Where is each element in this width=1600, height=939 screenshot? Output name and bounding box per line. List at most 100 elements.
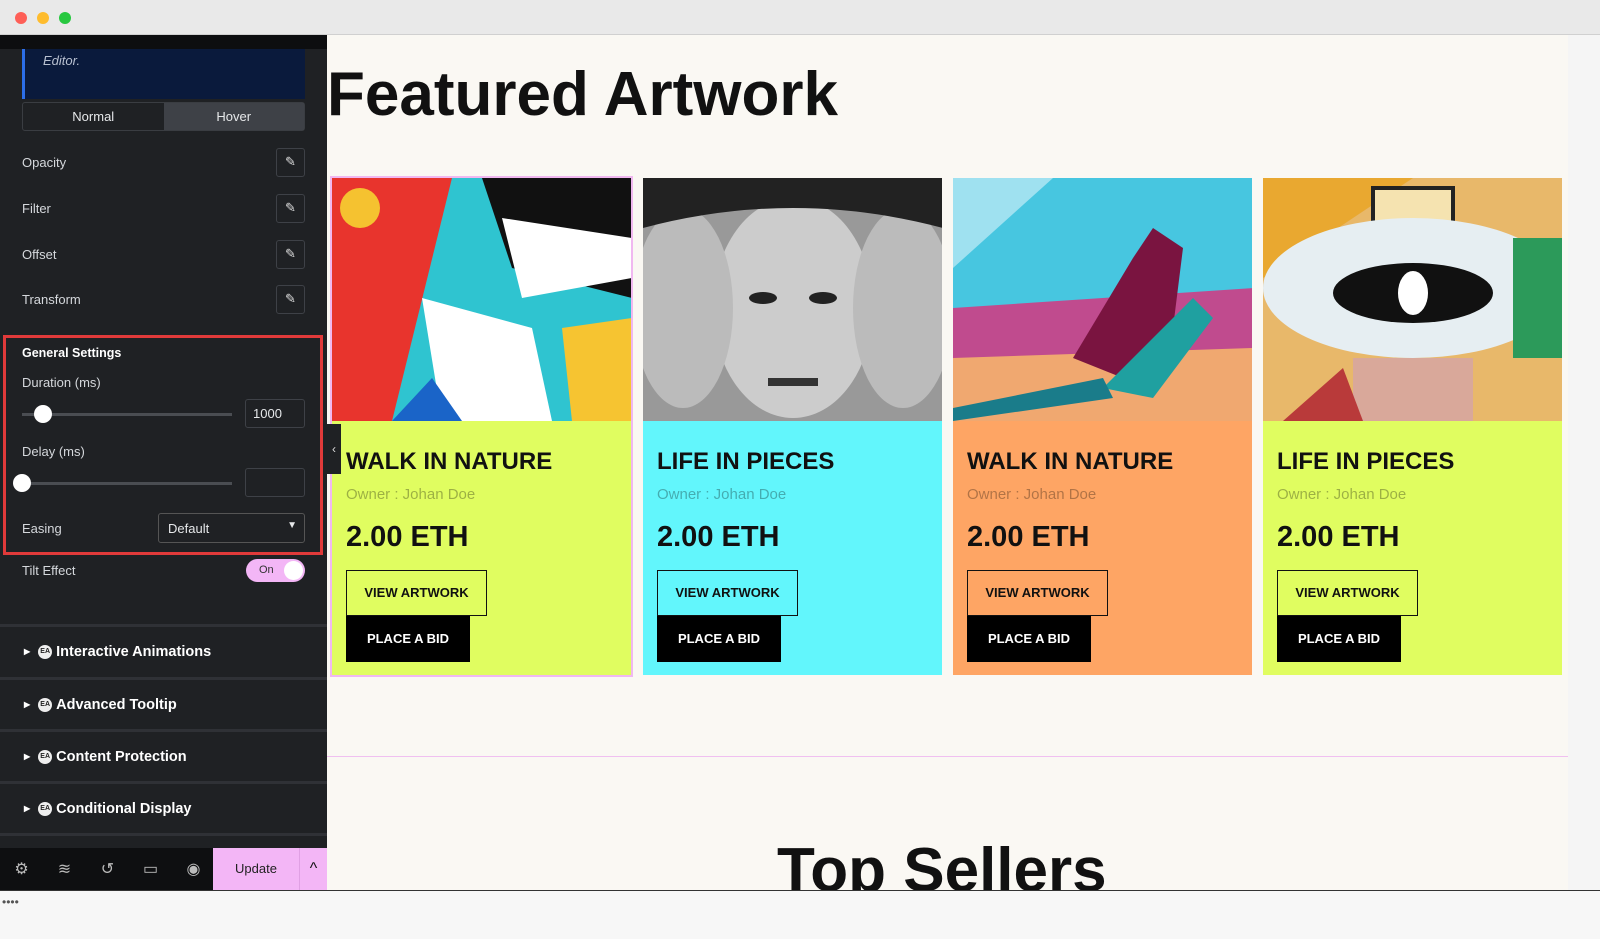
caret-right-icon: ▶ xyxy=(24,700,31,709)
ea-logo-icon: EA xyxy=(38,801,53,816)
section-label: Interactive Animations xyxy=(56,643,212,660)
tab-hover[interactable]: Hover xyxy=(163,103,304,130)
opacity-row: Opacity ✎ xyxy=(22,147,305,177)
artwork-card: WALK IN NATURE Owner : Johan Doe 2.00 ET… xyxy=(330,176,633,677)
section-label: Conditional Display xyxy=(56,800,192,817)
general-settings-heading: General Settings xyxy=(22,346,122,360)
pencil-icon[interactable]: ✎ xyxy=(276,147,305,177)
filter-row: Filter ✎ xyxy=(22,193,305,223)
tab-normal[interactable]: Normal xyxy=(23,103,164,130)
view-artwork-button[interactable]: VIEW ARTWORK xyxy=(1277,570,1418,616)
section-interactive-animations[interactable]: ▶ EA Interactive Animations xyxy=(0,624,327,676)
duration-input[interactable]: 1000 xyxy=(245,399,305,428)
section-label: Advanced Tooltip xyxy=(56,696,177,713)
ea-logo-icon: EA xyxy=(38,749,53,764)
responsive-icon[interactable]: ▭ xyxy=(129,859,172,879)
filter-label: Filter xyxy=(22,200,51,216)
transform-row: Transform ✎ xyxy=(22,284,305,314)
easing-value: Default xyxy=(168,521,210,536)
caret-down-icon: ▼ xyxy=(287,520,297,531)
panel-footer: ⚙ ≋ ↺ ▭ ◉ Update ^ xyxy=(0,848,327,890)
duration-label: Duration (ms) xyxy=(22,375,101,390)
artwork-image[interactable] xyxy=(1263,178,1562,421)
toggle-knob xyxy=(284,561,303,580)
page-title: Featured Artwork xyxy=(327,60,839,129)
caret-right-icon: ▶ xyxy=(24,752,31,761)
pencil-icon[interactable]: ✎ xyxy=(276,284,305,314)
artwork-title: LIFE IN PIECES xyxy=(1277,448,1455,475)
delay-input[interactable] xyxy=(245,468,305,497)
view-artwork-button[interactable]: VIEW ARTWORK xyxy=(657,570,798,616)
view-artwork-button[interactable]: VIEW ARTWORK xyxy=(967,570,1108,616)
view-artwork-button[interactable]: VIEW ARTWORK xyxy=(346,570,487,616)
collapse-panel-button[interactable]: ‹ xyxy=(327,424,341,474)
section-content-protection[interactable]: ▶ EA Content Protection xyxy=(0,729,327,781)
artwork-price: 2.00 ETH xyxy=(657,521,780,553)
artwork-price: 2.00 ETH xyxy=(1277,521,1400,553)
top-sellers-heading: Top Sellers xyxy=(777,836,1107,890)
artwork-title: LIFE IN PIECES xyxy=(657,448,835,475)
offset-row: Offset ✎ xyxy=(22,239,305,269)
duration-slider[interactable] xyxy=(22,405,232,423)
section-conditional-display[interactable]: ▶ EA Conditional Display xyxy=(0,781,327,833)
slider-handle[interactable] xyxy=(13,474,31,492)
section-label: Content Protection xyxy=(56,748,187,765)
artwork-owner: Owner : Johan Doe xyxy=(1277,486,1407,503)
caret-right-icon: ▶ xyxy=(24,647,31,656)
section-divider xyxy=(327,756,1568,757)
artwork-title: WALK IN NATURE xyxy=(967,448,1174,475)
slider-handle[interactable] xyxy=(34,405,52,423)
panel-topband xyxy=(0,35,327,49)
pencil-icon[interactable]: ✎ xyxy=(276,239,305,269)
footer-strip: •••• xyxy=(0,890,1600,939)
artwork-owner: Owner : Johan Doe xyxy=(346,486,476,503)
place-bid-button[interactable]: PLACE A BID xyxy=(967,616,1091,662)
artwork-image[interactable] xyxy=(332,178,631,421)
tilt-label: Tilt Effect xyxy=(22,563,76,578)
update-button[interactable]: Update xyxy=(213,848,299,890)
gear-icon[interactable]: ⚙ xyxy=(0,859,43,879)
place-bid-button[interactable]: PLACE A BID xyxy=(1277,616,1401,662)
opacity-label: Opacity xyxy=(22,154,67,170)
artwork-card: WALK IN NATURE Owner : Johan Doe 2.00 ET… xyxy=(953,178,1252,675)
artwork-image[interactable] xyxy=(643,178,942,421)
artwork-image[interactable] xyxy=(953,178,1252,421)
artwork-owner: Owner : Johan Doe xyxy=(657,486,787,503)
easing-select[interactable]: Default ▼ xyxy=(158,513,305,543)
ea-logo-icon: EA xyxy=(38,644,53,659)
history-icon[interactable]: ↺ xyxy=(86,859,129,879)
place-bid-button[interactable]: PLACE A BID xyxy=(657,616,781,662)
artwork-price: 2.00 ETH xyxy=(346,521,469,553)
artwork-owner: Owner : Johan Doe xyxy=(967,486,1097,503)
artwork-price: 2.00 ETH xyxy=(967,521,1090,553)
section-advanced-tooltip[interactable]: ▶ EA Advanced Tooltip xyxy=(0,677,327,729)
notice-box: Editor. xyxy=(22,49,305,99)
toggle-text: On xyxy=(259,564,274,576)
delay-slider[interactable] xyxy=(13,474,232,492)
caret-right-icon: ▶ xyxy=(24,804,31,813)
eye-icon[interactable]: ◉ xyxy=(172,859,215,879)
place-bid-button[interactable]: PLACE A BID xyxy=(346,616,470,662)
tilt-toggle[interactable]: On xyxy=(246,559,305,582)
ea-logo-icon: EA xyxy=(38,697,53,712)
maximize-window-button[interactable] xyxy=(59,12,71,24)
minimize-window-button[interactable] xyxy=(37,12,49,24)
artwork-card: LIFE IN PIECES Owner : Johan Doe 2.00 ET… xyxy=(643,178,942,675)
editor-panel: Editor. Normal Hover Opacity ✎ Filter ✎ Of… xyxy=(0,35,327,890)
notice-text: Editor. xyxy=(43,53,81,68)
canvas-gutter xyxy=(1568,35,1600,890)
layers-icon[interactable]: ≋ xyxy=(43,859,86,879)
delay-label: Delay (ms) xyxy=(22,444,85,459)
pencil-icon[interactable]: ✎ xyxy=(276,193,305,223)
offset-label: Offset xyxy=(22,246,57,262)
close-window-button[interactable] xyxy=(15,12,27,24)
artwork-card: LIFE IN PIECES Owner : Johan Doe 2.00 ET… xyxy=(1263,178,1562,675)
chevron-up-icon[interactable]: ^ xyxy=(299,848,327,890)
drag-handle-icon[interactable]: •••• xyxy=(2,895,19,909)
artwork-title: WALK IN NATURE xyxy=(346,448,553,475)
state-tabs: Normal Hover xyxy=(22,102,305,131)
transform-label: Transform xyxy=(22,291,81,307)
window-titlebar xyxy=(0,0,1600,35)
easing-label: Easing xyxy=(22,521,62,536)
page-canvas: Featured Artwork WALK IN NATURE Owner : … xyxy=(327,35,1568,890)
